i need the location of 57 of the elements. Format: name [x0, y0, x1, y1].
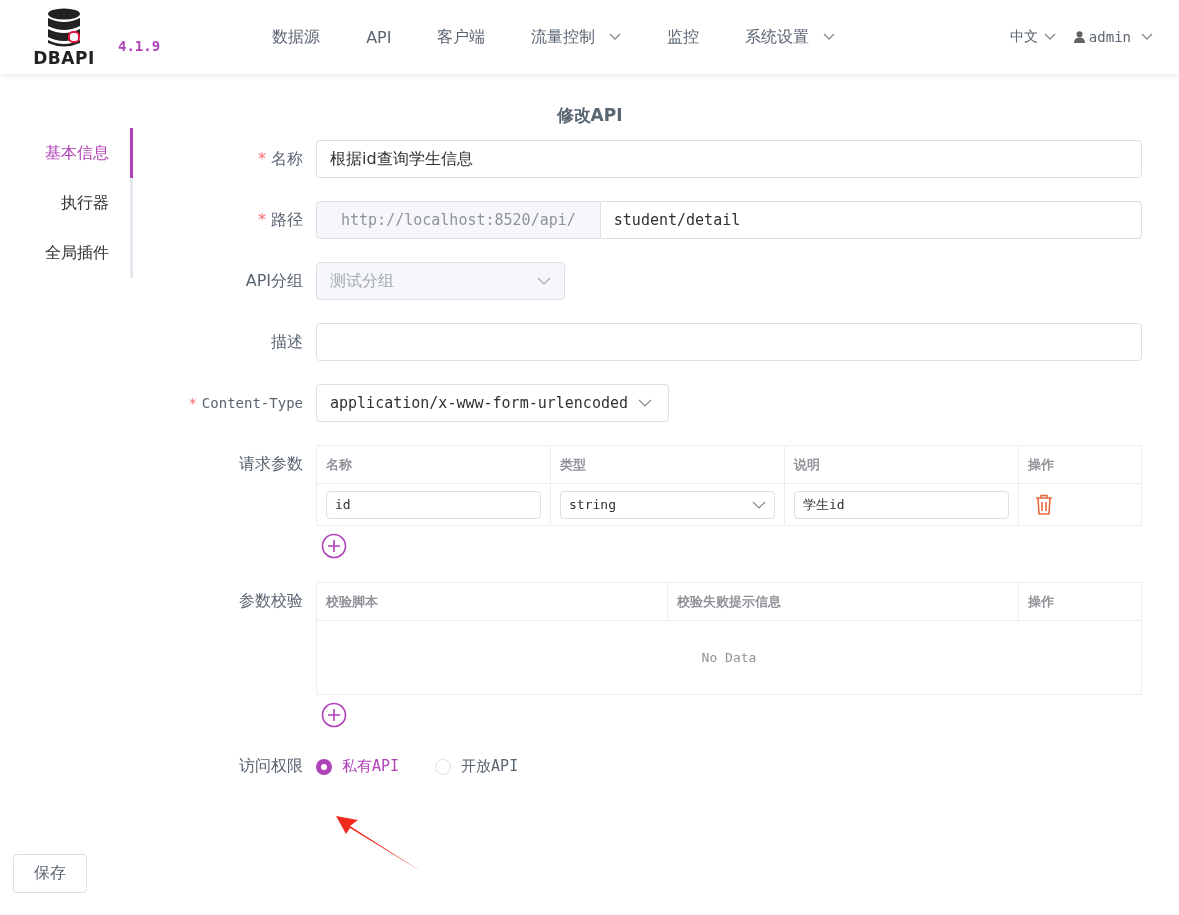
save-button[interactable]: 保存: [13, 854, 87, 893]
sidebar-tab[interactable]: 全局插件: [45, 228, 133, 278]
caret-icon: [752, 500, 766, 509]
logo-text: DBAPI: [33, 48, 95, 68]
nav-item[interactable]: 数据源: [272, 26, 321, 48]
field-label: * 名称: [257, 148, 304, 170]
field-label: * 路径: [257, 209, 304, 231]
param-name-field[interactable]: id: [326, 490, 541, 519]
field-label: 访问权限: [238, 756, 304, 777]
field-label: 参数校验: [238, 590, 304, 612]
radio-option[interactable]: 开放API: [435, 757, 519, 776]
user-menu[interactable]: admin: [1073, 28, 1153, 46]
version-label: 4.1.9: [118, 38, 161, 54]
column-header: 操作: [1018, 445, 1142, 484]
field-label: 描述: [270, 331, 304, 353]
required-mark: *: [188, 395, 197, 411]
radio-button[interactable]: [316, 758, 332, 775]
sidebar-tab[interactable]: 基本信息: [45, 128, 133, 178]
nav-item[interactable]: 客户端: [437, 26, 486, 48]
content-type-select[interactable]: application/x-www-form-urlencoded: [316, 384, 669, 422]
user-icon: [1073, 31, 1085, 43]
column-header: 类型: [550, 445, 785, 484]
radio-option[interactable]: 私有API: [316, 757, 400, 776]
caret-icon: [1141, 33, 1153, 41]
caret-icon: [638, 399, 652, 407]
add-icon[interactable]: [321, 533, 347, 559]
nav-item[interactable]: 监控: [667, 26, 700, 48]
nav-item[interactable]: API: [366, 26, 392, 48]
param-type-select[interactable]: string: [560, 490, 775, 519]
page-title: 修改API: [555, 104, 624, 126]
description-field[interactable]: [316, 323, 1142, 361]
caret-icon: [537, 277, 551, 285]
required-mark: *: [258, 209, 266, 229]
column-header: 校验失败提示信息: [667, 582, 1019, 621]
field-label: * Content-Type: [187, 395, 304, 411]
nav-item[interactable]: 流量控制: [531, 26, 622, 48]
column-header: 说明: [784, 445, 1019, 484]
language-menu[interactable]: 中文: [1009, 28, 1056, 46]
empty-text: No Data: [701, 650, 757, 665]
add-icon[interactable]: [321, 702, 347, 728]
path-field[interactable]: student/detail: [599, 201, 1142, 239]
field-label: 请求参数: [238, 453, 304, 475]
database-icon: [47, 8, 81, 48]
name-field[interactable]: 根据id查询学生信息: [316, 140, 1142, 178]
caret-icon: [609, 33, 622, 41]
nav-item[interactable]: 系统设置: [745, 26, 836, 48]
delete-icon[interactable]: [1035, 494, 1053, 515]
caret-icon: [1043, 33, 1056, 41]
column-header: 名称: [316, 445, 551, 484]
column-header: 校验脚本: [316, 582, 668, 621]
caret-icon: [823, 33, 836, 41]
url-prefix: http://localhost:8520/api/: [316, 201, 600, 239]
sidebar-tab[interactable]: 执行器: [61, 178, 133, 228]
column-header: 操作: [1018, 582, 1142, 621]
field-label: API分组: [244, 270, 304, 292]
param-note-field[interactable]: 学生id: [794, 490, 1009, 519]
required-mark: *: [258, 148, 266, 168]
